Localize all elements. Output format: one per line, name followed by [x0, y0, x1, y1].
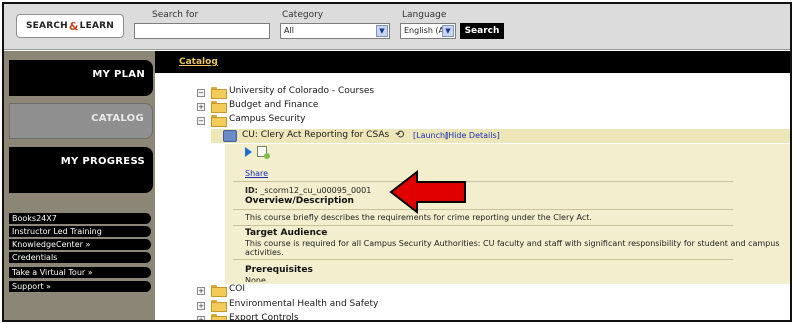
refresh-icon[interactable]: ⟲ [395, 128, 404, 141]
chevron-down-icon[interactable]: ▼ [442, 25, 454, 37]
divider [233, 225, 733, 226]
collapse-icon[interactable]: − [197, 89, 205, 97]
collapse-icon[interactable]: − [197, 117, 205, 125]
folder-icon [211, 314, 227, 320]
category-select[interactable]: All ▼ [280, 23, 390, 39]
tree-item-campus-security[interactable]: Campus Security [229, 114, 306, 124]
divider [233, 181, 733, 182]
prerequisites-heading: Prerequisites [245, 265, 313, 275]
divider [233, 259, 733, 260]
logo-text-right: LEARN [79, 21, 114, 31]
prerequisites-text: None [245, 276, 266, 282]
divider [233, 209, 733, 210]
course-id-value: _scorm12_cu_u00095_0001 [260, 186, 372, 195]
folder-icon [211, 101, 227, 113]
search-for-label: Search for [152, 10, 199, 20]
expand-icon[interactable]: + [197, 316, 205, 320]
folder-icon [211, 300, 227, 312]
target-audience-heading: Target Audience [245, 228, 328, 238]
tree-item-export-controls[interactable]: Export Controls [229, 313, 299, 320]
chevron-down-icon[interactable]: ▼ [376, 25, 388, 37]
course-icon [223, 130, 237, 142]
sidebar-link-instructor-led-training[interactable]: Instructor Led Training [9, 226, 151, 237]
catalog-tree: − University of Colorado - Courses + Bud… [155, 73, 790, 320]
folder-icon [211, 285, 227, 297]
sidebar-link-virtual-tour[interactable]: Take a Virtual Tour » [9, 267, 151, 278]
course-id: ID: _scorm12_cu_u00095_0001 [245, 186, 371, 195]
language-select[interactable]: English (All) ▼ [400, 23, 456, 39]
hide-details-link[interactable]: [Hide Details] [445, 131, 500, 140]
logo-mark: & [68, 19, 79, 33]
sidebar-item-label: CATALOG [91, 113, 144, 124]
expand-icon[interactable]: + [197, 103, 205, 111]
document-icon[interactable] [257, 146, 270, 159]
tree-item-coi[interactable]: COI [229, 284, 245, 294]
catalog-header: Catalog [155, 51, 790, 73]
folder-icon [211, 115, 227, 127]
expand-icon[interactable]: + [197, 302, 205, 310]
sidebar-link-knowledgecenter[interactable]: KnowledgeCenter » [9, 239, 151, 250]
overview-heading: Overview/Description [245, 196, 354, 206]
red-arrow-annotation [389, 170, 466, 214]
search-input[interactable] [134, 23, 270, 39]
overview-text: This course briefly describes the requir… [245, 213, 592, 222]
sidebar-link-support[interactable]: Support » [9, 281, 151, 292]
language-label: Language [402, 10, 447, 20]
category-value: All [284, 26, 294, 35]
play-icon[interactable] [245, 147, 252, 157]
sidebar-item-my-progress[interactable]: MY PROGRESS [9, 147, 153, 193]
target-audience-text: This course is required for all Campus S… [245, 239, 780, 248]
search-toolbar: SEARCH & LEARN Search for Category All ▼… [4, 4, 790, 50]
breadcrumb-catalog[interactable]: Catalog [179, 57, 218, 67]
sidebar-item-label: MY PLAN [92, 69, 145, 80]
target-audience-text-cont: activities. [245, 248, 284, 257]
course-title[interactable]: CU: Clery Act Reporting for CSAs [242, 130, 389, 140]
sidebar-link-credentials[interactable]: Credentials [9, 252, 151, 263]
sidebar-item-label: MY PROGRESS [60, 156, 145, 167]
folder-icon [211, 87, 227, 99]
tree-item-ehs[interactable]: Environmental Health and Safety [229, 299, 378, 309]
share-link[interactable]: Share [245, 169, 268, 178]
course-id-label: ID: [245, 186, 258, 195]
sidebar: MY PLAN CATALOG MY PROGRESS Books24X7 In… [4, 51, 155, 320]
sidebar-item-catalog[interactable]: CATALOG [9, 103, 153, 139]
launch-link[interactable]: [Launch] [413, 131, 448, 140]
category-label: Category [282, 10, 324, 20]
tree-item-root[interactable]: University of Colorado - Courses [229, 86, 374, 96]
app-window: SEARCH & LEARN Search for Category All ▼… [2, 2, 792, 322]
search-and-learn-logo: SEARCH & LEARN [16, 14, 124, 38]
search-button[interactable]: Search [460, 23, 504, 39]
expand-icon[interactable]: + [197, 287, 205, 295]
tree-item-budget-finance[interactable]: Budget and Finance [229, 100, 318, 110]
sidebar-item-my-plan[interactable]: MY PLAN [9, 60, 153, 96]
sidebar-link-books24x7[interactable]: Books24X7 [9, 213, 151, 224]
logo-text-left: SEARCH [26, 21, 68, 31]
